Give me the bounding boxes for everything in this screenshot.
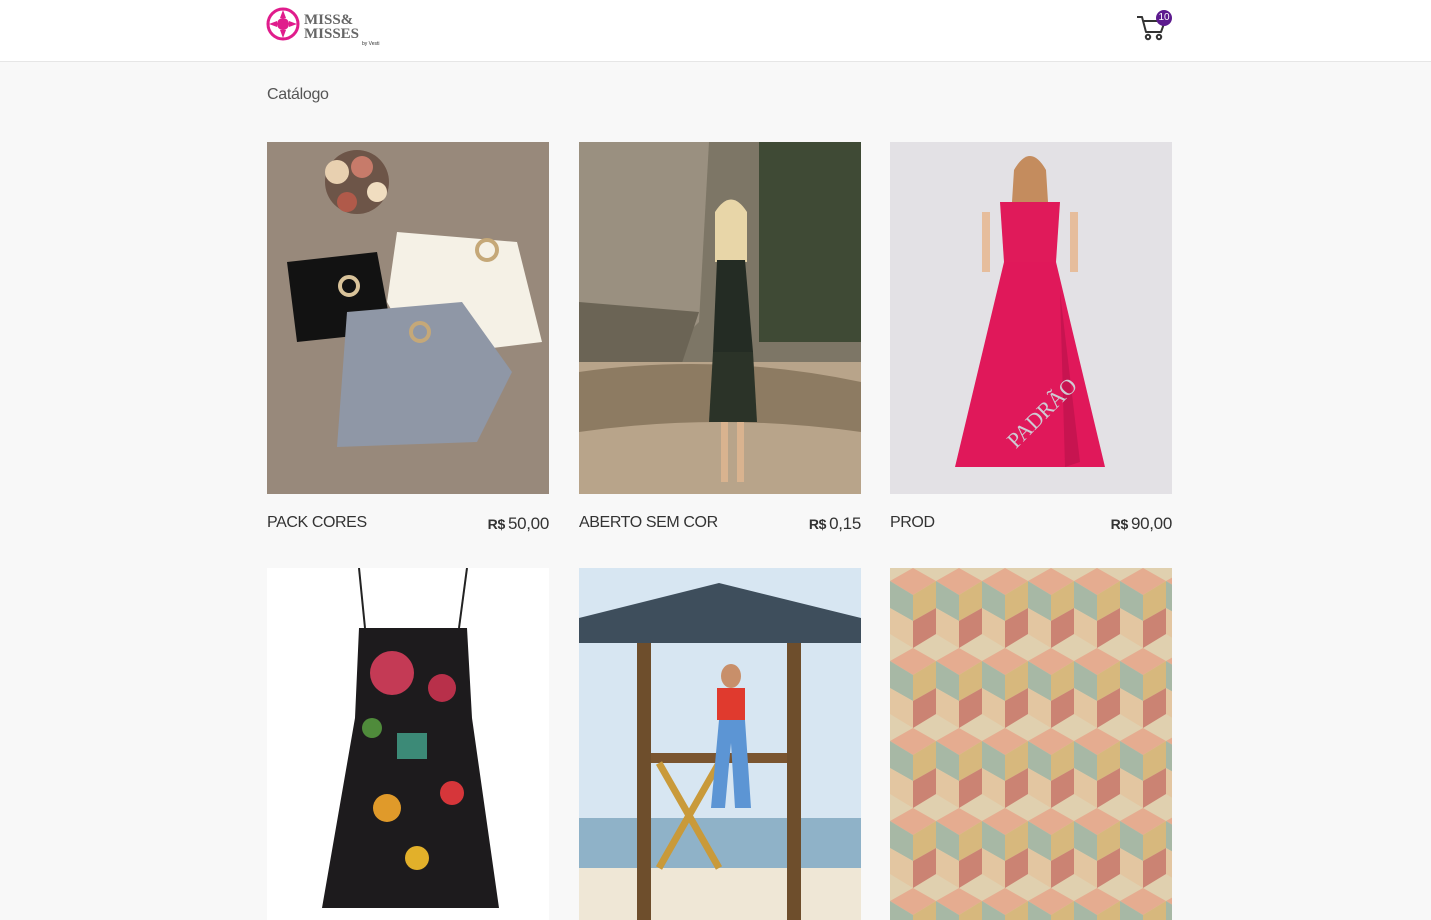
product-name[interactable]: ABERTO SEM COR bbox=[579, 514, 718, 532]
product-image[interactable]: PADRÃO bbox=[890, 142, 1172, 494]
store-logo[interactable]: MISS& MISSES by Vesti bbox=[266, 6, 386, 48]
svg-text:MISSES: MISSES bbox=[304, 26, 359, 42]
cart-count-badge: 10 bbox=[1156, 10, 1172, 26]
product-price: R$ 50,00 bbox=[487, 514, 550, 533]
svg-text:by Vesti: by Vesti bbox=[362, 41, 380, 47]
product-card[interactable] bbox=[890, 568, 1172, 920]
product-price: R$ 0,15 bbox=[808, 514, 861, 533]
product-name[interactable]: PROD bbox=[890, 514, 935, 532]
product-card[interactable]: ABERTO SEM COR R$ 0,15 bbox=[579, 142, 861, 533]
product-card[interactable]: PADRÃO PROD R$ 90,00 bbox=[890, 142, 1172, 533]
product-card[interactable] bbox=[267, 568, 549, 920]
product-name[interactable]: PACK CORES bbox=[267, 514, 367, 532]
site-header: MISS& MISSES by Vesti 10 bbox=[0, 0, 1431, 62]
product-image[interactable] bbox=[267, 568, 549, 920]
product-image[interactable] bbox=[579, 142, 861, 494]
product-card[interactable] bbox=[579, 568, 861, 920]
product-image[interactable] bbox=[890, 568, 1172, 920]
product-image[interactable] bbox=[267, 142, 549, 494]
product-price: R$ 90,00 bbox=[1110, 514, 1173, 533]
product-image[interactable] bbox=[579, 568, 861, 920]
product-card[interactable]: PACK CORES R$ 50,00 bbox=[267, 142, 549, 533]
page-title: Catálogo bbox=[267, 86, 329, 103]
